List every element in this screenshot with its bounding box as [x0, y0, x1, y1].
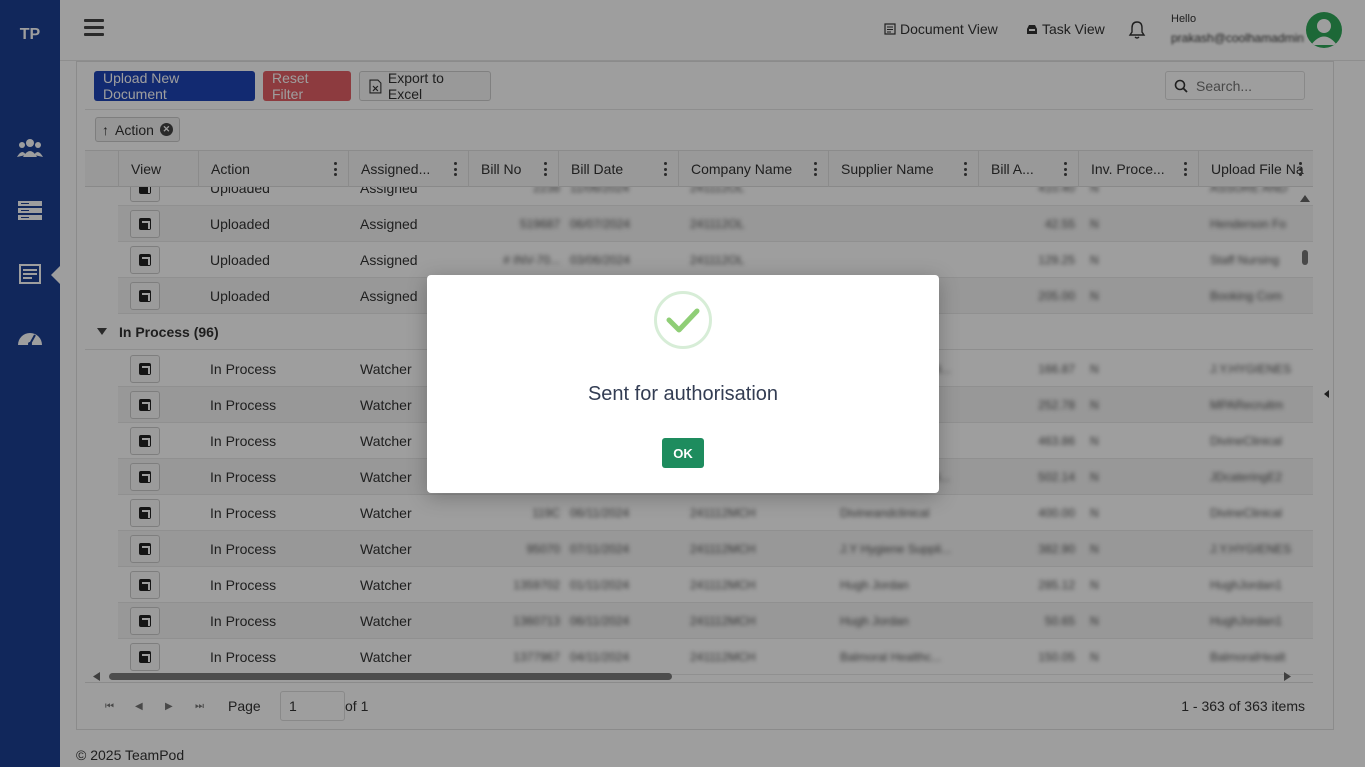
ok-button[interactable]: OK — [662, 438, 704, 468]
success-dialog: Sent for authorisation OK — [427, 275, 939, 493]
success-check-icon — [654, 291, 712, 349]
dialog-title: Sent for authorisation — [587, 383, 779, 405]
